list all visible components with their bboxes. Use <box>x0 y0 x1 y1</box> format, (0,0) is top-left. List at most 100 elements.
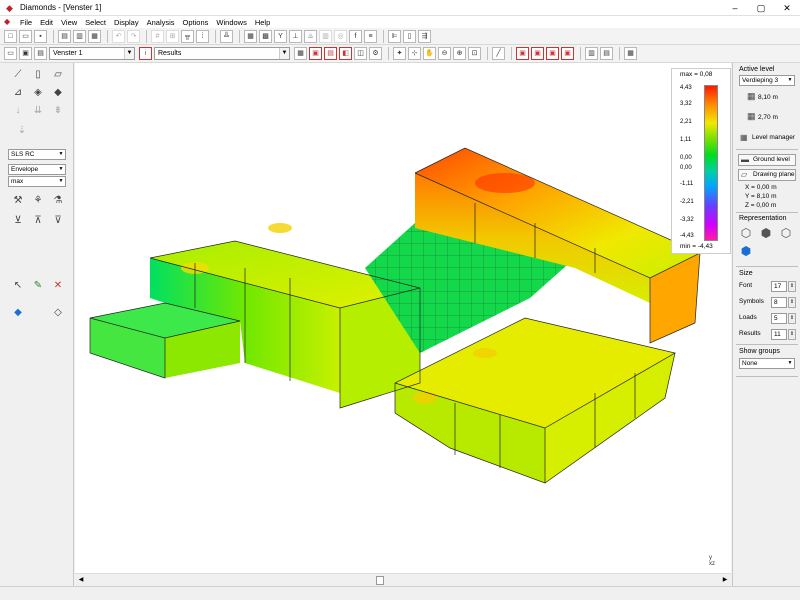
menu-file[interactable]: File <box>16 18 36 27</box>
level-top[interactable]: ▦ 8,10 m <box>747 91 778 102</box>
menu-view[interactable]: View <box>57 18 81 27</box>
moment-icon[interactable]: ⊻ <box>10 213 26 229</box>
scroll-left-icon[interactable]: ◀ <box>76 575 86 585</box>
level-select[interactable]: Verdieping 3 ▼ <box>739 75 795 86</box>
render-hidden-icon[interactable]: ▣ <box>561 47 574 60</box>
chevron-down-icon[interactable]: ▼ <box>57 165 65 174</box>
load-line-icon[interactable]: ⇊ <box>30 103 46 119</box>
representation-render-icon[interactable]: ⬢ <box>739 244 753 258</box>
measure-icon[interactable]: ╱ <box>492 47 505 60</box>
render-solid-icon[interactable]: ▣ <box>531 47 544 60</box>
zoom-out-icon[interactable]: ⊖ <box>438 47 451 60</box>
view-select[interactable]: Venster 1 ▼ <box>49 47 135 60</box>
representation-wire-icon[interactable]: ⬡ <box>739 226 753 240</box>
fire-icon[interactable]: ♨ <box>304 29 317 43</box>
shear-icon[interactable]: ⊼ <box>30 213 46 229</box>
results-settings-icon[interactable]: ⚙ <box>369 47 382 60</box>
normal-force-icon[interactable]: ⊽ <box>50 213 66 229</box>
window-copy-icon[interactable]: ▣ <box>19 47 32 60</box>
model-icon[interactable]: ╩ <box>220 29 233 43</box>
loadcase-select[interactable]: SLS RC ▼ <box>8 149 66 160</box>
table-icon[interactable]: ▦ <box>244 29 257 43</box>
frame-icon[interactable]: ╦ <box>181 29 194 43</box>
groups-select[interactable]: None ▼ <box>739 358 795 369</box>
load-area-icon[interactable]: ⇟ <box>50 103 66 119</box>
snap-icon[interactable]: ⊹ <box>408 47 421 60</box>
fullscreen-icon[interactable]: ▦ <box>624 47 637 60</box>
menu-windows[interactable]: Windows <box>212 18 250 27</box>
loads-size-input[interactable]: 5 <box>771 313 787 324</box>
document-menu-icon[interactable]: ◆ <box>4 17 14 27</box>
reaction-icon[interactable]: ⚗ <box>50 193 66 209</box>
stress-icon[interactable]: ⚘ <box>30 193 46 209</box>
calculate-icon[interactable]: ◎ <box>334 29 347 43</box>
render-shaded-icon[interactable]: ▣ <box>546 47 559 60</box>
save-icon[interactable]: ▪ <box>34 29 47 43</box>
spinner-icon[interactable]: ⇕ <box>788 297 796 308</box>
level-manager-button[interactable]: ▦ Level manager <box>738 133 796 145</box>
zoom-in-icon[interactable]: ⊕ <box>453 47 466 60</box>
new-file-icon[interactable]: □ <box>4 29 17 43</box>
menu-display[interactable]: Display <box>110 18 143 27</box>
plate-tool-icon[interactable]: ▱ <box>50 67 66 83</box>
maximize-button[interactable]: ▢ <box>748 0 774 16</box>
spring-tool-icon[interactable]: ◆ <box>50 85 66 101</box>
spinner-icon[interactable]: ⇕ <box>788 281 796 292</box>
support-icon[interactable]: Y <box>274 29 287 43</box>
results-color-icon[interactable]: ◧ <box>339 47 352 60</box>
fy-icon[interactable]: f <box>349 29 362 43</box>
menu-edit[interactable]: Edit <box>36 18 57 27</box>
eraser-icon[interactable]: ◇ <box>50 305 66 321</box>
undo-icon[interactable]: ↶ <box>112 29 125 43</box>
window-icon[interactable]: ▭ <box>4 47 17 60</box>
select-arrow-icon[interactable]: ↖ <box>10 278 26 294</box>
hinge-tool-icon[interactable]: ◈ <box>30 85 46 101</box>
align-icon[interactable]: ⊫ <box>388 29 401 43</box>
report-icon[interactable]: ≡ <box>364 29 377 43</box>
split-view-icon[interactable]: ▤ <box>600 47 613 60</box>
dots-grid-icon[interactable]: ⁞ <box>196 29 209 43</box>
menu-options[interactable]: Options <box>179 18 213 27</box>
mesh-icon[interactable]: ▥ <box>319 29 332 43</box>
grid-snap-icon[interactable]: ⊞ <box>166 29 179 43</box>
results-diagram-icon[interactable]: ▤ <box>324 47 337 60</box>
model-viewport[interactable]: max = 0,08 4,43 3,32 2,21 1,11 0,00 0,00… <box>75 63 731 573</box>
chevron-down-icon[interactable]: ▼ <box>786 359 794 368</box>
chevron-down-icon[interactable]: ▼ <box>279 48 289 59</box>
menu-select[interactable]: Select <box>81 18 110 27</box>
window-list-icon[interactable]: ▤ <box>34 47 47 60</box>
export-icon[interactable]: ▦ <box>88 29 101 43</box>
wall-tool-icon[interactable]: ▯ <box>30 67 46 83</box>
results-table-icon[interactable]: ▦ <box>294 47 307 60</box>
scroll-right-icon[interactable]: ▶ <box>720 575 730 585</box>
book-icon[interactable]: ▯ <box>403 29 416 43</box>
layout-icon[interactable]: ▥ <box>585 47 598 60</box>
zoom-extents-icon[interactable]: ⊡ <box>468 47 481 60</box>
horizontal-scrollbar[interactable]: ◀ ▶ <box>75 573 731 586</box>
minimize-button[interactable]: – <box>722 0 748 16</box>
scroll-thumb[interactable] <box>376 576 384 585</box>
render-wire-icon[interactable]: ▣ <box>516 47 529 60</box>
menu-help[interactable]: Help <box>251 18 274 27</box>
calculator-icon[interactable]: ▩ <box>259 29 272 43</box>
envelope-select[interactable]: Envelope ▼ <box>8 164 66 175</box>
representation-solid-icon[interactable]: ⬢ <box>759 226 773 240</box>
symbols-size-input[interactable]: 8 <box>771 297 787 308</box>
print-preview-icon[interactable]: ▤ <box>58 29 71 43</box>
share-icon[interactable]: ⇶ <box>418 29 431 43</box>
load-icon[interactable]: ⊥ <box>289 29 302 43</box>
grid-icon[interactable]: # <box>151 29 164 43</box>
close-button[interactable]: ✕ <box>774 0 800 16</box>
ground-level-button[interactable]: ▬ Ground level <box>738 154 796 166</box>
spinner-icon[interactable]: ⇕ <box>788 329 796 340</box>
spinner-icon[interactable]: ⇕ <box>788 313 796 324</box>
results-size-input[interactable]: 11 <box>771 329 787 340</box>
chevron-down-icon[interactable]: ▼ <box>57 177 65 186</box>
load-extra-icon[interactable]: ⇣ <box>14 123 30 139</box>
chevron-down-icon[interactable]: ▼ <box>57 150 65 159</box>
chevron-down-icon[interactable]: ▼ <box>786 76 794 85</box>
load-point-icon[interactable]: ↓ <box>10 103 26 119</box>
level-bottom[interactable]: ▦ 2,70 m <box>747 111 778 122</box>
representation-shaded-icon[interactable]: ⬡ <box>779 226 793 240</box>
delete-icon[interactable]: ✕ <box>50 278 66 294</box>
